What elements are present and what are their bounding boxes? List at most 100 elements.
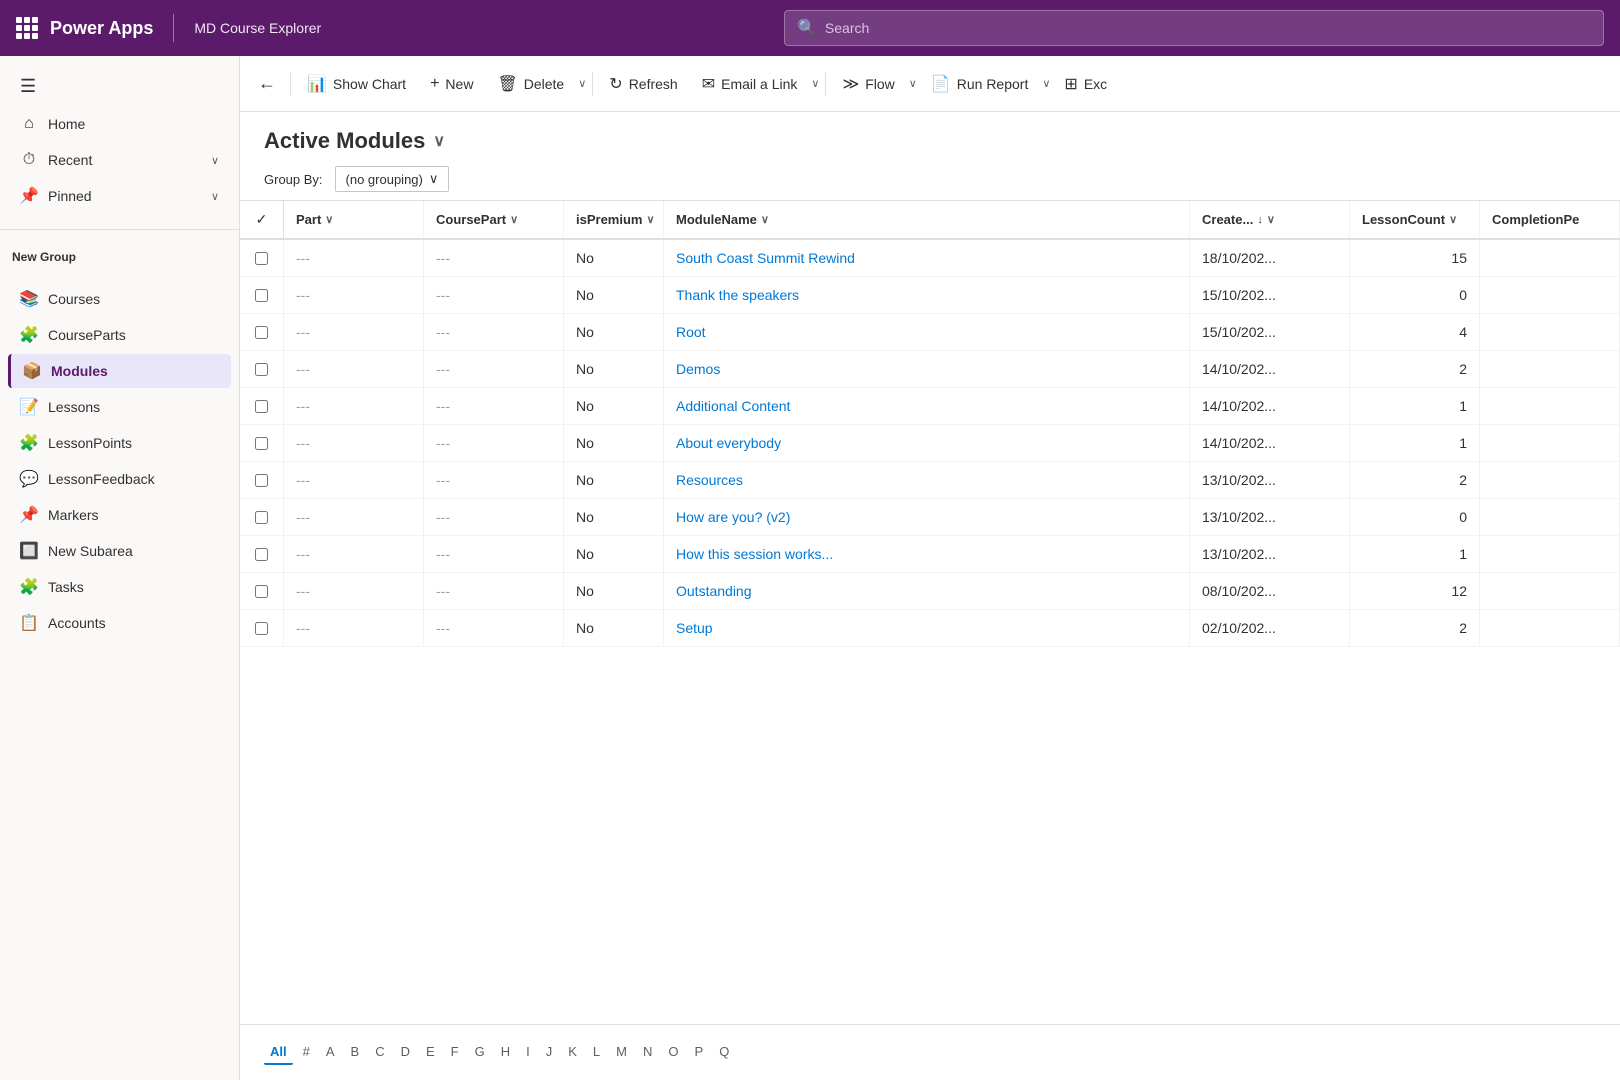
sidebar-item-pinned[interactable]: 📌 Pinned ∨ — [8, 179, 231, 213]
run-report-chevron-icon[interactable]: ∨ — [1040, 77, 1052, 90]
row-check-2[interactable] — [240, 314, 284, 350]
email-link-button[interactable]: ✉ Email a Link — [690, 68, 810, 100]
row-checkbox-0[interactable] — [255, 252, 268, 265]
row-check-3[interactable] — [240, 351, 284, 387]
col-check-header[interactable]: ✓ — [240, 201, 284, 238]
page-letter-all[interactable]: All — [264, 1040, 293, 1065]
cell-modulename-4[interactable]: Additional Content — [664, 388, 1190, 424]
row-check-5[interactable] — [240, 425, 284, 461]
row-check-9[interactable] — [240, 573, 284, 609]
row-checkbox-10[interactable] — [255, 622, 268, 635]
cell-modulename-5[interactable]: About everybody — [664, 425, 1190, 461]
col-header-created[interactable]: Create... ↓ ∨ — [1190, 201, 1350, 238]
page-letter-q[interactable]: Q — [713, 1040, 735, 1065]
sidebar-item-modules[interactable]: 📦 Modules — [8, 354, 231, 388]
table-row[interactable]: --- --- No Setup 02/10/202... 2 — [240, 610, 1620, 647]
table-row[interactable]: --- --- No Thank the speakers 15/10/202.… — [240, 277, 1620, 314]
group-by-select[interactable]: (no grouping) ∨ — [335, 166, 450, 192]
sidebar-item-lessons[interactable]: 📝 Lessons — [8, 390, 231, 424]
page-letter-k[interactable]: K — [562, 1040, 583, 1065]
col-header-coursepart[interactable]: CoursePart ∨ — [424, 201, 564, 238]
sidebar-item-newsubarea[interactable]: 🔲 New Subarea — [8, 534, 231, 568]
page-letter-l[interactable]: L — [587, 1040, 606, 1065]
cell-modulename-8[interactable]: How this session works... — [664, 536, 1190, 572]
page-letter-o[interactable]: O — [662, 1040, 684, 1065]
search-input[interactable] — [825, 20, 1591, 36]
page-letter-g[interactable]: G — [469, 1040, 491, 1065]
row-checkbox-5[interactable] — [255, 437, 268, 450]
cell-modulename-10[interactable]: Setup — [664, 610, 1190, 646]
sidebar-item-accounts[interactable]: 📋 Accounts — [8, 606, 231, 640]
table-row[interactable]: --- --- No Resources 13/10/202... 2 — [240, 462, 1620, 499]
col-header-ispremium[interactable]: isPremium ∨ — [564, 201, 664, 238]
table-row[interactable]: --- --- No Demos 14/10/202... 2 — [240, 351, 1620, 388]
sidebar-item-home[interactable]: ⌂ Home — [8, 107, 231, 141]
row-check-0[interactable] — [240, 240, 284, 276]
page-letter-c[interactable]: C — [369, 1040, 390, 1065]
sidebar-item-recent[interactable]: ⏱ Recent ∨ — [8, 143, 231, 177]
sidebar-item-tasks[interactable]: 🧩 Tasks — [8, 570, 231, 604]
flow-button[interactable]: ≫ Flow — [830, 68, 906, 100]
page-letter-h[interactable]: H — [495, 1040, 516, 1065]
page-letter-b[interactable]: B — [345, 1040, 366, 1065]
row-checkbox-4[interactable] — [255, 400, 268, 413]
refresh-button[interactable]: ↻ Refresh — [597, 68, 689, 100]
page-letter-j[interactable]: J — [540, 1040, 559, 1065]
page-letter-m[interactable]: M — [610, 1040, 633, 1065]
row-check-10[interactable] — [240, 610, 284, 646]
sidebar-item-courseparts[interactable]: 🧩 CourseParts — [8, 318, 231, 352]
table-row[interactable]: --- --- No Outstanding 08/10/202... 12 — [240, 573, 1620, 610]
cell-modulename-6[interactable]: Resources — [664, 462, 1190, 498]
excel-button[interactable]: ⊞ Exc — [1052, 68, 1119, 100]
row-checkbox-6[interactable] — [255, 474, 268, 487]
row-check-6[interactable] — [240, 462, 284, 498]
page-letter-i[interactable]: I — [520, 1040, 536, 1065]
page-letter-d[interactable]: D — [395, 1040, 416, 1065]
page-letter-e[interactable]: E — [420, 1040, 441, 1065]
view-title-chevron-icon[interactable]: ∨ — [433, 131, 445, 151]
cell-modulename-0[interactable]: South Coast Summit Rewind — [664, 240, 1190, 276]
cell-modulename-1[interactable]: Thank the speakers — [664, 277, 1190, 313]
table-row[interactable]: --- --- No South Coast Summit Rewind 18/… — [240, 240, 1620, 277]
cell-modulename-7[interactable]: How are you? (v2) — [664, 499, 1190, 535]
page-letter-n[interactable]: N — [637, 1040, 658, 1065]
sidebar-item-courses[interactable]: 📚 Courses — [8, 282, 231, 316]
new-button[interactable]: + New — [418, 69, 485, 99]
search-bar[interactable]: 🔍 — [784, 10, 1604, 46]
show-chart-button[interactable]: 📊 Show Chart — [295, 68, 418, 100]
row-checkbox-8[interactable] — [255, 548, 268, 561]
col-header-completionpe[interactable]: CompletionPe — [1480, 201, 1620, 238]
delete-button[interactable]: 🗑 Delete — [485, 68, 576, 100]
row-checkbox-3[interactable] — [255, 363, 268, 376]
sidebar-item-markers[interactable]: 📌 Markers — [8, 498, 231, 532]
page-letter-#[interactable]: # — [297, 1040, 316, 1065]
sidebar-item-lessonpoints[interactable]: 🧩 LessonPoints — [8, 426, 231, 460]
delete-chevron-icon[interactable]: ∨ — [576, 77, 588, 90]
sidebar-item-lessonfeedback[interactable]: 💬 LessonFeedback — [8, 462, 231, 496]
email-chevron-icon[interactable]: ∨ — [809, 77, 821, 90]
back-button[interactable]: ← — [248, 67, 286, 100]
run-report-button[interactable]: 📄 Run Report — [919, 68, 1041, 100]
row-check-4[interactable] — [240, 388, 284, 424]
row-check-8[interactable] — [240, 536, 284, 572]
flow-chevron-icon[interactable]: ∨ — [907, 77, 919, 90]
col-header-lessoncount[interactable]: LessonCount ∨ — [1350, 201, 1480, 238]
cell-modulename-2[interactable]: Root — [664, 314, 1190, 350]
table-row[interactable]: --- --- No How are you? (v2) 13/10/202..… — [240, 499, 1620, 536]
col-header-modulename[interactable]: ModuleName ∨ — [664, 201, 1190, 238]
row-check-1[interactable] — [240, 277, 284, 313]
sidebar-menu-button[interactable]: ☰ — [8, 68, 231, 105]
page-letter-f[interactable]: F — [445, 1040, 465, 1065]
row-checkbox-1[interactable] — [255, 289, 268, 302]
cell-modulename-9[interactable]: Outstanding — [664, 573, 1190, 609]
row-checkbox-7[interactable] — [255, 511, 268, 524]
cell-modulename-3[interactable]: Demos — [664, 351, 1190, 387]
table-row[interactable]: --- --- No About everybody 14/10/202... … — [240, 425, 1620, 462]
row-checkbox-9[interactable] — [255, 585, 268, 598]
table-row[interactable]: --- --- No Additional Content 14/10/202.… — [240, 388, 1620, 425]
row-checkbox-2[interactable] — [255, 326, 268, 339]
table-row[interactable]: --- --- No Root 15/10/202... 4 — [240, 314, 1620, 351]
waffle-menu-icon[interactable] — [16, 17, 38, 39]
page-letter-p[interactable]: P — [689, 1040, 710, 1065]
table-row[interactable]: --- --- No How this session works... 13/… — [240, 536, 1620, 573]
